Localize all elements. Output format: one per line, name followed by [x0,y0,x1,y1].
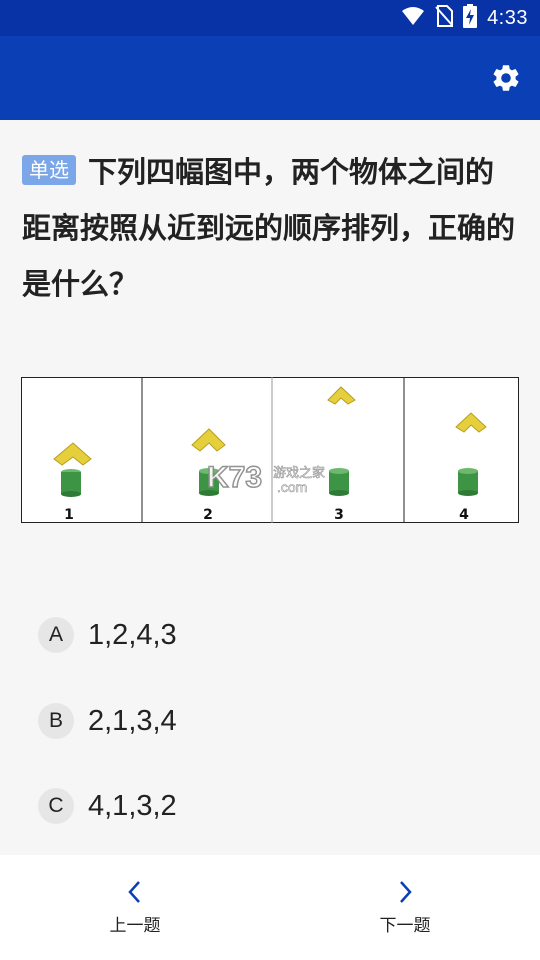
option-letter: B [38,703,74,739]
app-bar [0,36,540,120]
option-text: 1,2,4,3 [88,618,177,651]
bottom-nav: 上一题 下一题 [0,855,540,960]
figure-label-4: 4 [459,507,469,523]
gear-icon [493,65,519,91]
figure-label-2: 2 [203,507,213,523]
option-text: 2,1,3,4 [88,704,177,737]
figure-label-1: 1 [64,507,74,523]
status-bar: 4:33 [0,0,540,36]
battery-charging-icon [463,4,478,32]
option-letter: A [38,617,74,653]
status-icons: 4:33 [401,4,528,32]
question-figure: K73 游戏之家 .com 1 2 3 4 [21,377,519,523]
option-text: 4,1,3,2 [88,789,177,822]
status-time: 4:33 [487,6,528,29]
chevron-right-icon [400,881,412,903]
option-c[interactable]: C 4,1,3,2 [38,781,478,831]
next-question-label: 下一题 [379,916,431,936]
svg-text:.com: .com [277,479,307,495]
settings-button[interactable] [488,60,524,96]
option-b[interactable]: B 2,1,3,4 [38,696,478,746]
prev-question-button[interactable]: 上一题 [85,879,185,939]
next-question-button[interactable]: 下一题 [355,879,455,939]
figure-label-3: 3 [334,507,344,523]
question-text: 下列四幅图中，两个物体之间的距离按照从近到远的顺序排列，正确的是什么？ [22,155,516,301]
chevron-left-icon [128,881,140,903]
option-letter: C [38,788,74,824]
svg-text:K73: K73 [207,461,262,494]
question-text-block: 单选 下列四幅图中，两个物体之间的距离按照从近到远的顺序排列，正确的是什么？ [22,144,518,312]
option-a[interactable]: A 1,2,4,3 [38,610,478,660]
no-sim-icon [435,5,454,31]
wifi-icon [401,6,425,30]
prev-question-label: 上一题 [109,916,161,936]
question-type-badge: 单选 [22,155,76,185]
